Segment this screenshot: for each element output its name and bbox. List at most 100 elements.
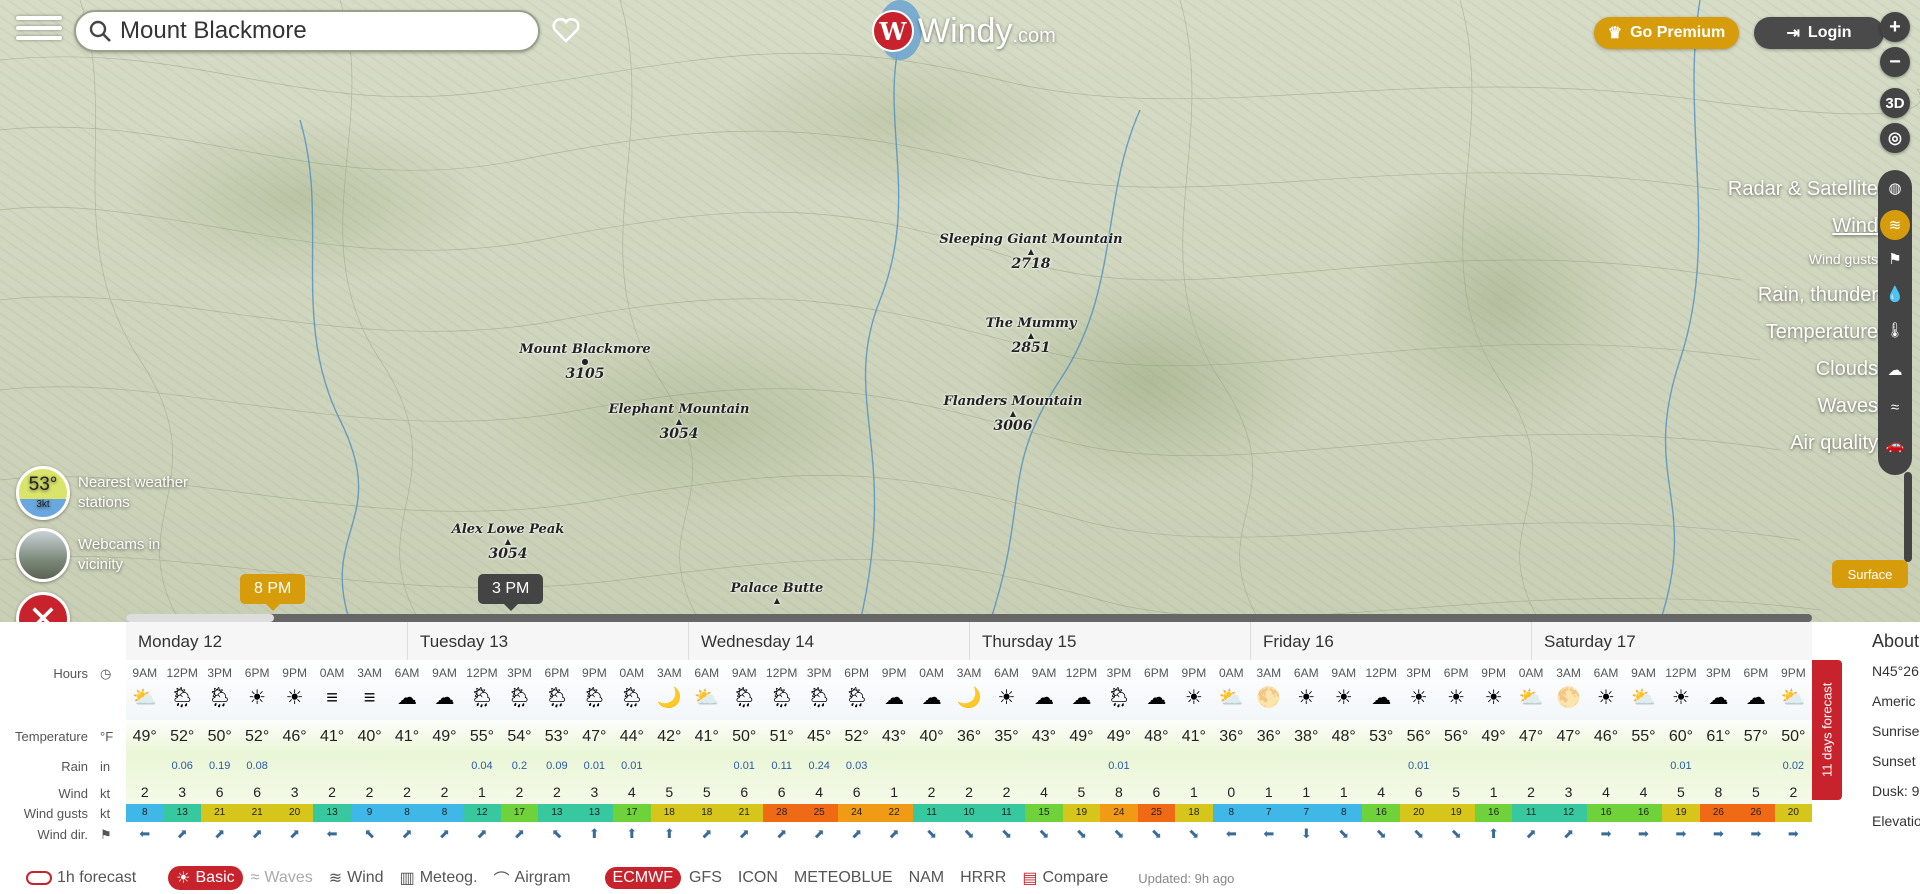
layer-temperature[interactable]: Temperature [1766, 321, 1878, 344]
timeline-bar[interactable] [126, 614, 1812, 622]
wind-icon[interactable]: ≋ [1880, 210, 1910, 240]
hour-cell: 12PM [1365, 666, 1397, 680]
selected-time-marker[interactable]: 3 PM [478, 574, 544, 611]
peak-label[interactable]: Elephant Mountain ▲ 3054 [609, 402, 750, 442]
day-wednesday[interactable]: Wednesday 14 [687, 622, 969, 660]
wind-dir-arrow-icon: ⬊ [1338, 826, 1350, 841]
gust-cell: 11 [1512, 804, 1550, 822]
peak-label[interactable]: Mount Blackmore ● 3105 [519, 342, 650, 382]
drop-icon[interactable]: 💧 [1880, 279, 1910, 309]
hour-cell: 6AM [694, 666, 720, 680]
hurricane-icon[interactable]: ◎ [1880, 123, 1910, 153]
temperature-cell: 50° [207, 728, 232, 745]
hour-cell: 9PM [282, 666, 307, 680]
temperature-cell: 49° [132, 728, 157, 745]
login-button[interactable]: ⇥ Login [1754, 17, 1884, 49]
hour-cell: 9PM [1181, 666, 1207, 680]
search-box[interactable] [74, 10, 540, 52]
layer-air-quality[interactable]: Air quality [1790, 432, 1878, 455]
go-premium-button[interactable]: ♛ Go Premium [1594, 17, 1739, 49]
wind-cell: 6 [852, 784, 861, 800]
row-unit[interactable]: kt [100, 806, 110, 821]
zoom-in-button[interactable]: + [1880, 12, 1910, 42]
row-unit[interactable]: in [100, 759, 110, 774]
bottom-toolbar: 1h forecast ☀ Basic ≈ Waves ≋ Wind ▥ Meteog.… [0, 862, 1920, 894]
view-wind[interactable]: ≋ Wind [321, 866, 392, 890]
day-monday[interactable]: Monday 12 [126, 622, 407, 660]
globe-icon[interactable]: ◍ [1880, 173, 1910, 203]
layer-waves[interactable]: Waves [1818, 395, 1878, 418]
gust-cell: 17 [613, 804, 651, 822]
wind-dir-arrow-icon: ⬅ [1225, 826, 1237, 841]
search-input[interactable] [120, 17, 520, 45]
temperature-cell: 55° [469, 728, 495, 745]
thermometer-icon[interactable]: 🌡 [1880, 315, 1910, 345]
waves-icon[interactable]: ≈ [1880, 392, 1910, 422]
weather-icon: ☀ [1484, 687, 1503, 709]
gust-cell: 12 [1549, 804, 1588, 822]
3d-view-button[interactable]: 3D [1880, 88, 1910, 118]
peak-label[interactable]: Sleeping Giant Mountain ▲ 2718 [939, 232, 1122, 272]
view-basic[interactable]: ☀ Basic [168, 866, 243, 890]
wind-dir-arrow-icon: ⬈ [289, 826, 301, 841]
layer-wind[interactable]: Wind [1832, 215, 1878, 238]
model-icon[interactable]: ICON [730, 867, 786, 889]
surface-level-button[interactable]: Surface [1832, 560, 1908, 588]
peak-label[interactable]: Alex Lowe Peak ▲ 3054 [452, 522, 565, 562]
cloud-icon[interactable]: ☁ [1880, 355, 1910, 385]
eleven-day-forecast-tab[interactable]: 11 days forecast [1812, 660, 1842, 800]
peak-name: Flanders Mountain [943, 394, 1083, 409]
model-label: HRRR [960, 869, 1007, 886]
hamburger-menu-button[interactable] [16, 12, 62, 48]
view-airgram[interactable]: ⌒ Airgram [486, 864, 579, 892]
hours-row: 9AM 12PM 3PM 6PM 9PM 0AM 3AM 6AM 9AM 12PM 3PM 6PM 9P… [126, 666, 1812, 680]
current-time-marker[interactable]: 8 PM [240, 574, 306, 611]
map[interactable]: Sleeping Giant Mountain ▲ 2718 The Mummy ▲ 2… [0, 0, 1920, 622]
hour-cell: 6AM [994, 666, 1019, 680]
nearest-wind: 3kt [36, 499, 50, 510]
day-thursday[interactable]: Thursday 15 [968, 622, 1250, 660]
peak-label[interactable]: Flanders Mountain ▲ 3006 [944, 394, 1083, 434]
favorite-heart-icon[interactable] [550, 14, 582, 46]
zoom-out-button[interactable]: − [1880, 47, 1910, 77]
row-unit[interactable]: kt [100, 786, 110, 801]
wind-dir-arrow-icon: ➡ [1787, 826, 1799, 841]
model-hrrr[interactable]: HRRR [952, 867, 1014, 889]
model-ecmwf[interactable]: ECMWF [604, 867, 681, 889]
temperature-cell: 51° [769, 728, 794, 745]
layer-radar-satellite[interactable]: Radar & Satellite [1728, 178, 1878, 201]
layer-clouds[interactable]: Clouds [1816, 358, 1878, 381]
peak-label[interactable]: The Mummy ▲ 2851 [986, 316, 1077, 356]
layer-wind-gusts[interactable]: Wind gusts [1809, 251, 1878, 267]
webcams-in-vicinity[interactable]: Webcams in vicinity [16, 528, 160, 582]
windy-logo[interactable]: W Windy.com [872, 10, 1056, 52]
crown-icon: ♛ [1607, 25, 1623, 42]
day-friday[interactable]: Friday 16 [1249, 622, 1531, 660]
peak-label[interactable]: Palace Butte ▲ [731, 581, 824, 605]
view-meteogram[interactable]: ▥ Meteog. [392, 866, 486, 890]
peak-name: Palace Butte [730, 581, 824, 596]
waves-icon: ≈ [250, 869, 260, 886]
wind-cell: 2 [365, 784, 374, 800]
gust-cell: 18 [650, 804, 689, 822]
compare-button[interactable]: ▤ Compare [1014, 866, 1116, 890]
rain-cell: 0.01 [621, 760, 643, 772]
temperature-cell: 49° [1106, 728, 1132, 745]
one-hour-forecast-toggle[interactable]: 1h forecast [18, 867, 144, 889]
day-saturday[interactable]: Saturday 17 [1531, 622, 1813, 660]
rain-cell: 0.06 [171, 760, 193, 772]
weather-icon: ☁ [1708, 687, 1729, 709]
model-gfs[interactable]: GFS [681, 867, 730, 889]
row-unit[interactable]: °F [100, 729, 113, 744]
view-waves[interactable]: ≈ Waves [243, 867, 321, 889]
flag-icon[interactable]: ⚑ [1880, 244, 1910, 274]
car-icon[interactable]: 🚗 [1880, 430, 1910, 460]
layer-rain-thunder[interactable]: Rain, thunder [1758, 284, 1878, 307]
layer-scrollbar[interactable] [1904, 472, 1912, 562]
peak-marker-icon: ▲ [1027, 330, 1035, 340]
nearest-weather-stations[interactable]: 53° 3kt Nearest weather stations [16, 466, 188, 520]
day-tuesday[interactable]: Tuesday 13 [406, 622, 688, 660]
model-nam[interactable]: NAM [901, 867, 953, 889]
peak-marker-icon: ▲ [1027, 246, 1035, 256]
model-meteoblue[interactable]: METEOBLUE [786, 867, 901, 889]
